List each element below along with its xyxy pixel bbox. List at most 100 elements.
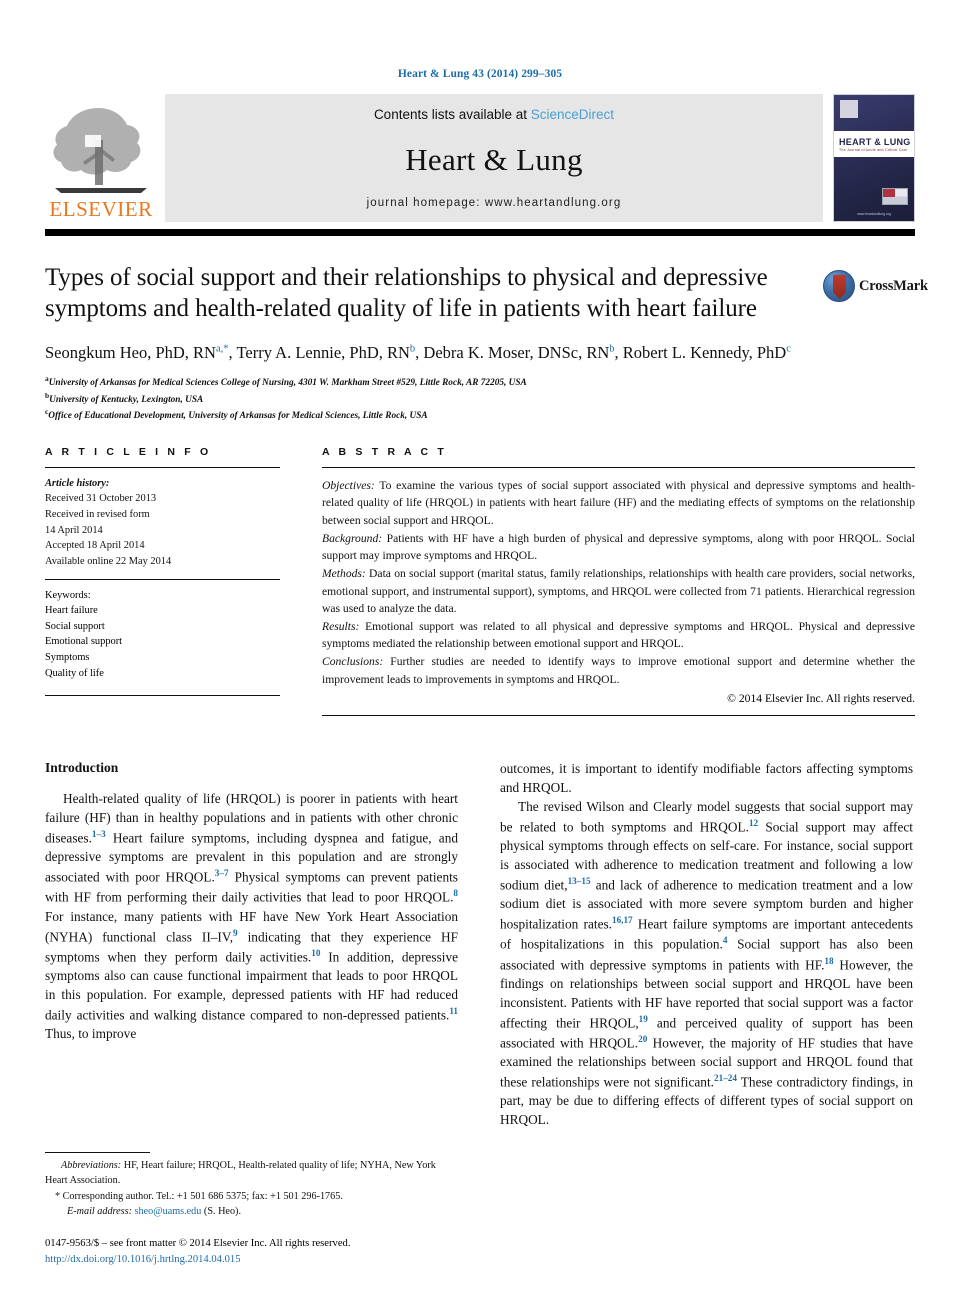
citation-reference[interactable]: 12 — [749, 818, 758, 828]
body-columns: Introduction Health-related quality of l… — [45, 760, 915, 1130]
email-label: E-mail address: — [67, 1205, 132, 1217]
left-column-paragraphs: Health-related quality of life (HRQOL) i… — [45, 790, 458, 1044]
author-name: Seongkum Heo, PhD, RN — [45, 342, 216, 362]
citation-reference[interactable]: 1–3 — [92, 829, 106, 839]
footnotes: Abbreviations: HF, Heart failure; HRQOL,… — [45, 1159, 458, 1219]
abstract-section-label: Background: — [322, 531, 383, 545]
contents-available-line: Contents lists available at ScienceDirec… — [374, 107, 614, 122]
affiliation-item: aUniversity of Arkansas for Medical Scie… — [45, 373, 527, 388]
keywords-block: Keywords: Heart failure Social support Emo… — [45, 580, 280, 682]
abstract-body: Objectives: To examine the various types… — [322, 468, 915, 688]
email-note: E-mail address: sheo@uams.edu (S. Heo). — [45, 1205, 458, 1220]
abstract-section-label: Conclusions: — [322, 654, 384, 668]
citation-reference[interactable]: 3–7 — [215, 868, 229, 878]
citation-reference[interactable]: 16,17 — [612, 915, 633, 925]
article-history-item: 14 April 2014 — [45, 524, 103, 536]
crossmark-label: CrossMark — [859, 277, 928, 294]
abstract-section-label: Results: — [322, 619, 360, 633]
author-affiliation-mark: b — [409, 343, 416, 354]
abstract-section: Results: Emotional support was related t… — [322, 619, 915, 651]
corresponding-author-note: * Corresponding author. Tel.: +1 501 686… — [55, 1190, 343, 1202]
body-paragraph: The revised Wilson and Clearly model sug… — [500, 798, 914, 1128]
cover-url: www.heartandlung.org — [857, 212, 891, 216]
journal-header-box: Contents lists available at ScienceDirec… — [165, 94, 823, 222]
page-title: Types of social support and their relati… — [45, 264, 768, 323]
article-history-lines: Received 31 October 2013 Received in revi… — [45, 491, 280, 569]
article-history-item: Accepted 18 April 2014 — [45, 540, 145, 552]
elsevier-wordmark: ELSEVIER — [49, 197, 153, 221]
doi-link[interactable]: http://dx.doi.org/10.1016/j.hrtlng.2014.… — [45, 1252, 458, 1267]
abstract-rule-bottom — [322, 715, 915, 717]
section-heading-introduction: Introduction — [45, 760, 119, 776]
footnote-rule — [45, 1152, 150, 1154]
citation-reference[interactable]: 11 — [449, 1006, 458, 1016]
cover-title: HEART & LUNG — [839, 136, 911, 147]
abstract-section: Conclusions: Further studies are needed … — [322, 654, 915, 686]
author-list: Seongkum Heo, PhD, RNa,*, Terry A. Lenni… — [45, 342, 791, 362]
abbreviations-label: Abbreviations: — [61, 1160, 122, 1172]
article-history-label: Article history: — [45, 477, 110, 489]
elsevier-logo: ELSEVIER — [45, 94, 157, 222]
author-name: Terry A. Lennie, PhD, RN — [236, 342, 410, 362]
running-head: Heart & Lung 43 (2014) 299–305 — [397, 68, 563, 80]
elsevier-tree-icon — [53, 108, 147, 193]
affiliation-mark: c — [45, 407, 49, 417]
imprint-block: 0147-9563/$ – see front matter © 2014 El… — [45, 1236, 458, 1267]
citation-reference[interactable]: 9 — [233, 928, 238, 938]
article-history-item: Received in revised form — [45, 509, 150, 521]
keywords-label: Keywords: — [45, 589, 91, 601]
keyword-item: Symptoms — [45, 651, 90, 663]
sciencedirect-link[interactable]: ScienceDirect — [531, 107, 614, 122]
affiliation-list: aUniversity of Arkansas for Medical Scie… — [45, 374, 915, 424]
author-affiliation-mark: c — [786, 343, 791, 354]
journal-cover-thumbnail: HEART & LUNG The Journal of Acute and Cr… — [833, 94, 915, 222]
citation-reference[interactable]: 18 — [824, 956, 833, 966]
cover-title-band: HEART & LUNG The Journal of Acute and Cr… — [834, 131, 914, 157]
keyword-item: Heart failure — [45, 605, 98, 617]
email-link[interactable]: sheo@uams.edu — [135, 1206, 202, 1217]
info-abstract-region: A R T I C L E I N F O Article history: R… — [45, 446, 915, 717]
body-column-left: Introduction Health-related quality of l… — [45, 760, 458, 1130]
keyword-item: Quality of life — [45, 667, 104, 679]
citation-reference[interactable]: 20 — [638, 1034, 647, 1044]
title-block: CrossMark Types of social support and th… — [45, 236, 928, 424]
affiliation-mark: a — [45, 373, 49, 383]
citation-reference[interactable]: 21–24 — [714, 1073, 737, 1083]
crossmark-icon — [823, 270, 855, 302]
cover-subtitle: The Journal of Acute and Critical Care — [839, 147, 908, 152]
journal-title: Heart & Lung — [405, 141, 583, 177]
citation-reference[interactable]: 4 — [723, 935, 728, 945]
article-info-column: A R T I C L E I N F O Article history: R… — [45, 446, 280, 716]
article-history-block: Article history: Received 31 October 201… — [45, 468, 280, 570]
body-paragraph: Health-related quality of life (HRQOL) i… — [45, 791, 459, 1042]
abstract-column: A B S T R A C T Objectives: To examine t… — [322, 446, 915, 717]
keyword-item: Emotional support — [45, 636, 123, 648]
article-history-item: Received 31 October 2013 — [45, 493, 157, 505]
abstract-section: Methods: Data on social support (marital… — [322, 566, 915, 616]
article-info-heading: A R T I C L E I N F O — [45, 445, 212, 458]
cover-flag-graphic — [882, 188, 908, 205]
imprint-line: 0147-9563/$ – see front matter © 2014 El… — [45, 1238, 351, 1250]
journal-homepage-link[interactable]: journal homepage: www.heartandlung.org — [367, 197, 622, 209]
citation-reference[interactable]: 13–15 — [568, 876, 591, 886]
crossmark-badge[interactable]: CrossMark — [823, 262, 928, 310]
body-column-right: outcomes, it is important to identify mo… — [500, 760, 913, 1130]
affiliation-item: cOffice of Educational Development, Univ… — [45, 407, 428, 422]
abstract-section-label: Objectives: — [322, 478, 375, 492]
affiliation-item: bUniversity of Kentucky, Lexington, USA — [45, 390, 204, 405]
keyword-item: Social support — [45, 620, 105, 632]
right-column-paragraphs: outcomes, it is important to identify mo… — [500, 760, 913, 1130]
citation-reference[interactable]: 19 — [639, 1014, 648, 1024]
body-paragraph: outcomes, it is important to identify mo… — [500, 761, 913, 796]
abstract-section: Objectives: To examine the various types… — [322, 478, 915, 528]
citation-reference[interactable]: 8 — [453, 888, 458, 898]
abbreviations-note: Abbreviations: HF, Heart failure; HRQOL,… — [45, 1159, 458, 1189]
abstract-copyright: © 2014 Elsevier Inc. All rights reserved… — [727, 692, 915, 706]
author-affiliation-mark: b — [609, 343, 615, 354]
author-name: Robert L. Kennedy, PhD — [622, 342, 787, 362]
contents-prefix: Contents lists available at — [373, 107, 531, 122]
citation-reference[interactable]: 10 — [311, 948, 320, 958]
author-affiliation-mark: a,* — [215, 343, 229, 354]
article-info-rule-bottom — [45, 695, 280, 697]
masthead-divider — [45, 229, 915, 236]
